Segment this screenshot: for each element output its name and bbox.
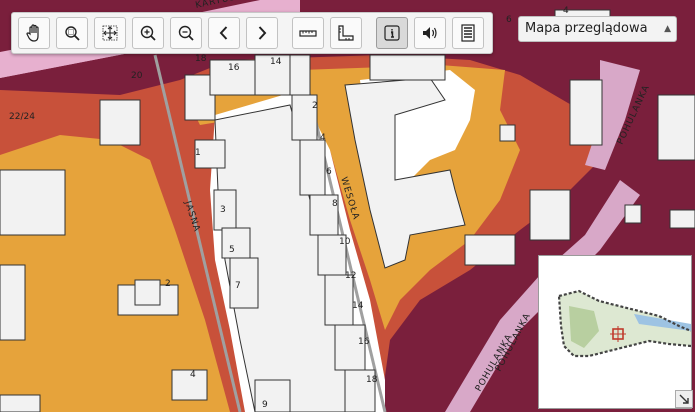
- legend-button[interactable]: [452, 17, 484, 49]
- info-icon: [384, 25, 400, 41]
- building: [464, 234, 516, 266]
- previous-view-button[interactable]: [208, 17, 240, 49]
- address-label: 10: [339, 237, 351, 247]
- address-label: 2: [165, 279, 171, 289]
- address-label: 14: [270, 57, 282, 67]
- building: [657, 94, 695, 161]
- zoom-out-button[interactable]: [170, 17, 202, 49]
- address-label: 4: [563, 6, 569, 16]
- overview-map-canvas: [539, 256, 692, 408]
- address-label: 6: [506, 15, 512, 25]
- address-label: 18: [366, 375, 378, 385]
- building: [369, 54, 446, 81]
- building: [99, 99, 141, 146]
- address-label: 4: [190, 370, 196, 380]
- zoom-in-icon: [140, 25, 156, 41]
- address-label: 3: [220, 205, 226, 215]
- building: [254, 379, 291, 412]
- map-type-select-value: Mapa przeglądowa: [525, 21, 648, 36]
- address-label: 20: [131, 71, 143, 81]
- building: [669, 209, 695, 229]
- building: [569, 79, 603, 146]
- measure-area-button[interactable]: [330, 17, 362, 49]
- map-toolbar: [11, 12, 493, 54]
- address-label: 2: [312, 101, 318, 111]
- zoom-box-button[interactable]: [56, 17, 88, 49]
- address-label: 18: [195, 54, 207, 64]
- zoom-box-icon: [65, 26, 80, 41]
- building: [624, 204, 642, 224]
- overview-map[interactable]: [538, 255, 692, 409]
- sound-button[interactable]: [414, 17, 446, 49]
- zoom-in-button[interactable]: [132, 17, 164, 49]
- measure-distance-button[interactable]: [292, 17, 324, 49]
- address-label: 12: [345, 271, 356, 281]
- address-label: 8: [332, 199, 338, 209]
- overview-collapse-button[interactable]: [675, 390, 693, 408]
- building: [289, 54, 311, 96]
- address-label: 9: [262, 400, 268, 410]
- speaker-icon: [423, 27, 437, 39]
- address-label: 5: [229, 245, 235, 255]
- address-label: 7: [235, 281, 241, 291]
- zoom-out-icon: [178, 25, 194, 41]
- building: [134, 279, 161, 306]
- address-label: 16: [358, 337, 370, 347]
- chevron-left-icon: [219, 26, 228, 40]
- address-label: 22/24: [9, 112, 35, 122]
- address-label: 16: [228, 63, 240, 73]
- building: [299, 139, 326, 196]
- building: [0, 394, 41, 412]
- map-type-select[interactable]: Mapa przeglądowa ▲: [518, 16, 677, 42]
- building: [324, 274, 354, 326]
- legend-icon: [461, 24, 475, 42]
- full-extent-button[interactable]: [94, 17, 126, 49]
- address-label: 4: [320, 133, 326, 143]
- address-label: 14: [352, 301, 364, 311]
- hand-icon: [26, 24, 39, 42]
- ruler-icon: [299, 30, 317, 37]
- address-label: 1: [195, 148, 201, 158]
- building: [334, 324, 366, 371]
- next-view-button[interactable]: [246, 17, 278, 49]
- select-arrows-icon: ▲: [664, 24, 671, 34]
- identify-button[interactable]: [376, 17, 408, 49]
- address-label: 6: [326, 167, 332, 177]
- building: [499, 124, 516, 142]
- building: [221, 227, 251, 259]
- full-extent-icon: [102, 25, 118, 41]
- building: [529, 189, 571, 241]
- area-ruler-icon: [338, 25, 354, 41]
- pan-button[interactable]: [18, 17, 50, 49]
- arrow-diagonal-icon: [679, 394, 689, 404]
- chevron-right-icon: [258, 26, 267, 40]
- building: [0, 264, 26, 341]
- building: [0, 169, 66, 236]
